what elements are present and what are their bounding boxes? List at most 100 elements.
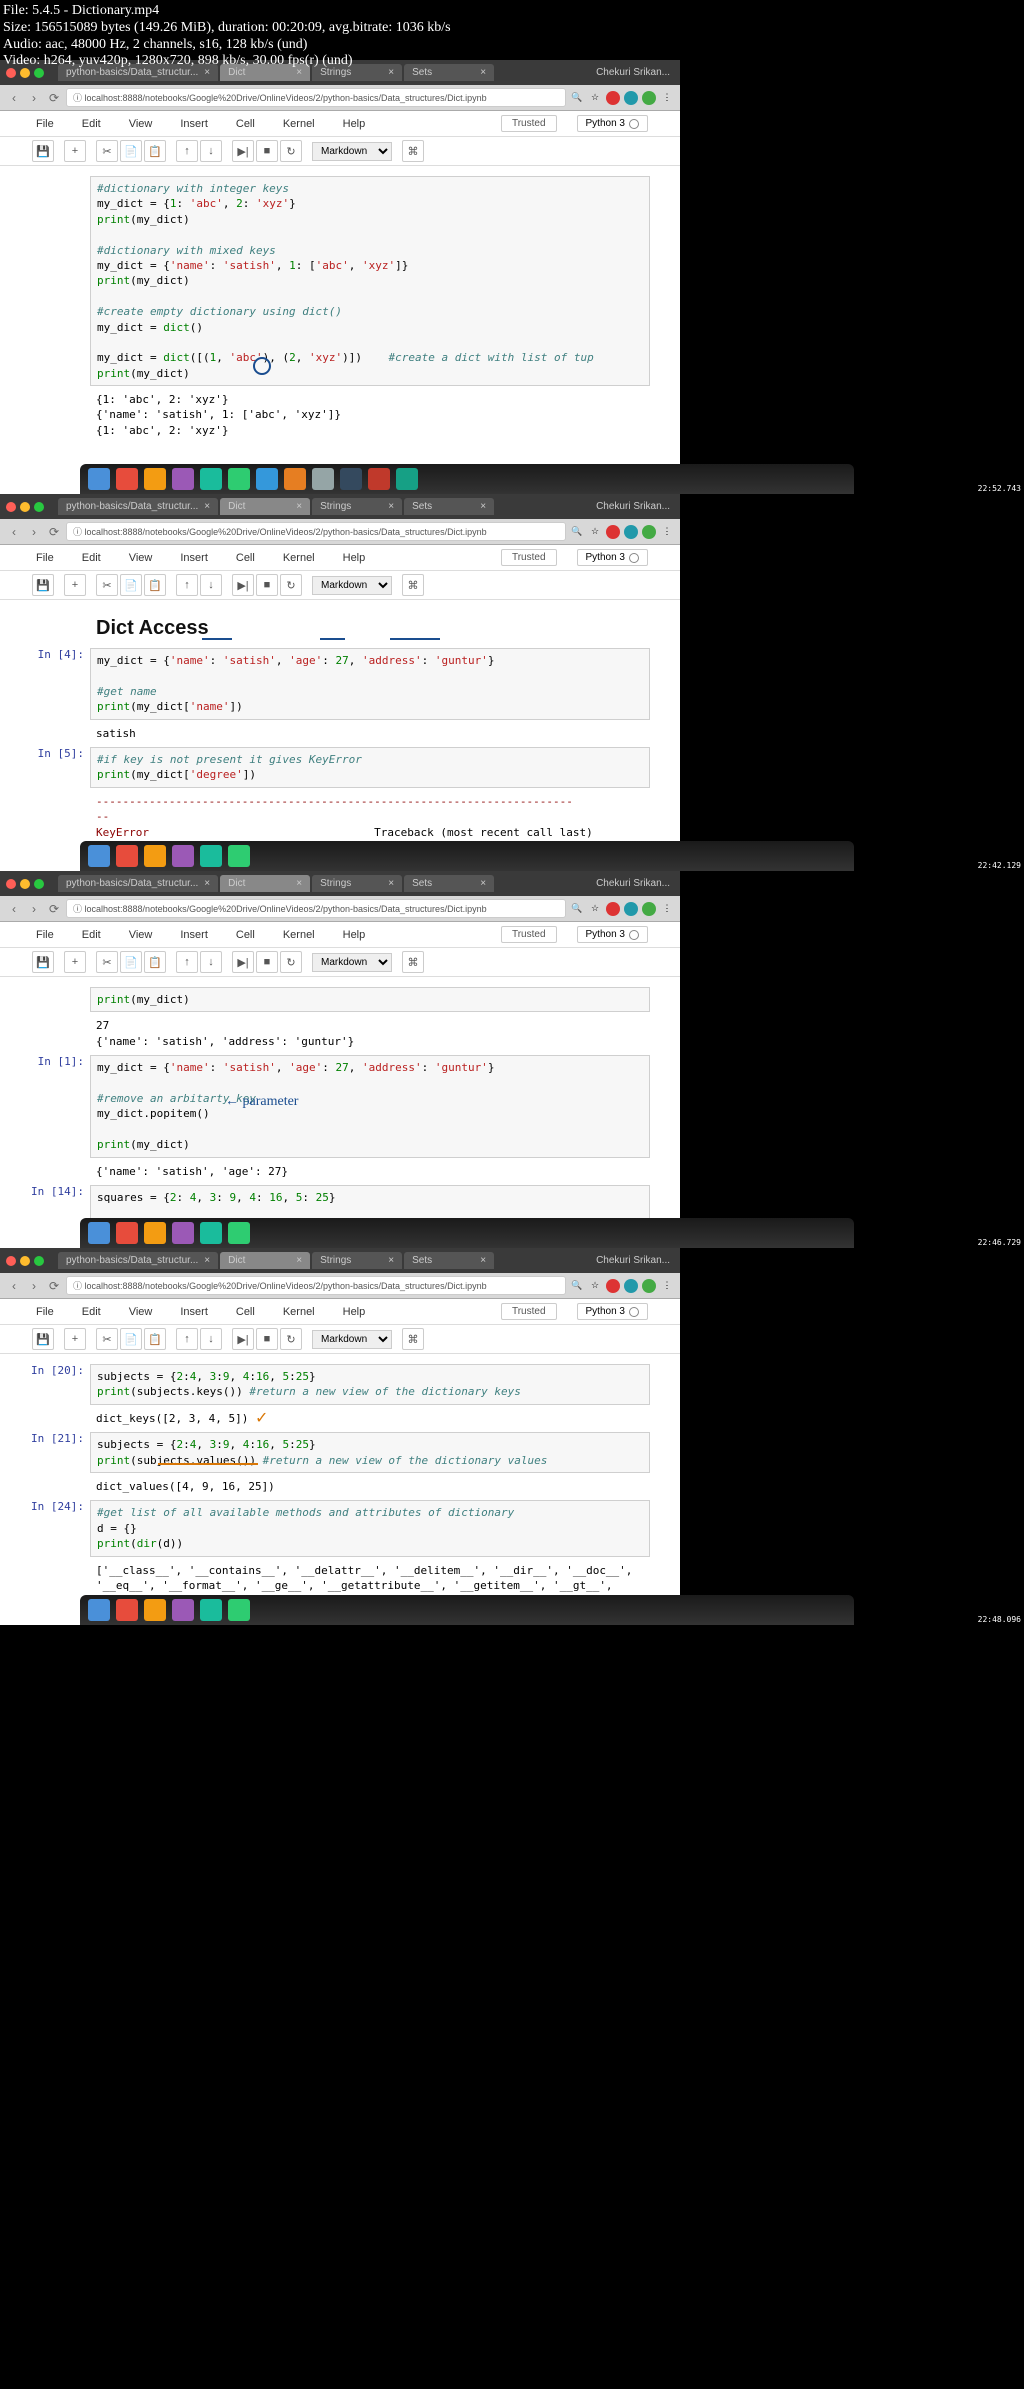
dock-app-icon[interactable]: [88, 845, 110, 867]
code-cell[interactable]: In [24]: #get list of all available meth…: [30, 1500, 650, 1556]
notebook-content[interactable]: print(my_dict) 27 {'name': 'satish', 'ad…: [0, 977, 680, 1248]
browser-tab[interactable]: Sets×: [404, 1252, 494, 1269]
menu-edit[interactable]: Edit: [78, 116, 105, 132]
trusted-button[interactable]: Trusted: [501, 549, 557, 566]
extension-icon[interactable]: [624, 91, 638, 105]
menu-insert[interactable]: Insert: [176, 116, 212, 132]
cut-button[interactable]: ✂: [96, 1328, 118, 1350]
forward-button[interactable]: ›: [26, 901, 42, 917]
extension-icon[interactable]: [642, 902, 656, 916]
back-button[interactable]: ‹: [6, 1278, 22, 1294]
cell-type-select[interactable]: Markdown: [312, 142, 392, 161]
menu-view[interactable]: View: [125, 927, 157, 943]
forward-button[interactable]: ›: [26, 524, 42, 540]
code-cell[interactable]: In [5]: #if key is not present it gives …: [30, 747, 650, 788]
kernel-indicator[interactable]: Python 3: [577, 115, 648, 132]
dock-app-icon[interactable]: [256, 468, 278, 490]
url-input[interactable]: ⓘ localhost:8888/notebooks/Google%20Driv…: [66, 522, 566, 541]
dock-app-icon[interactable]: [116, 468, 138, 490]
close-icon[interactable]: ×: [204, 878, 210, 889]
menu-file[interactable]: File: [32, 927, 58, 943]
dock-app-icon[interactable]: [200, 468, 222, 490]
dock-app-icon[interactable]: [172, 845, 194, 867]
dock-app-icon[interactable]: [144, 1599, 166, 1621]
dock-app-icon[interactable]: [368, 468, 390, 490]
extension-icon[interactable]: [606, 902, 620, 916]
back-button[interactable]: ‹: [6, 90, 22, 106]
menu-help[interactable]: Help: [339, 1304, 370, 1320]
menu-edit[interactable]: Edit: [78, 927, 105, 943]
trusted-button[interactable]: Trusted: [501, 926, 557, 943]
cell-type-select[interactable]: Markdown: [312, 576, 392, 595]
menu-help[interactable]: Help: [339, 927, 370, 943]
forward-button[interactable]: ›: [26, 90, 42, 106]
paste-button[interactable]: 📋: [144, 951, 166, 973]
back-button[interactable]: ‹: [6, 524, 22, 540]
move-up-button[interactable]: ↑: [176, 1328, 198, 1350]
extension-icon[interactable]: [624, 525, 638, 539]
save-button[interactable]: 💾: [32, 1328, 54, 1350]
menu-icon[interactable]: ⋮: [660, 91, 674, 105]
command-palette-button[interactable]: ⌘: [402, 140, 424, 162]
browser-tab[interactable]: python-basics/Data_structur...×: [58, 875, 218, 892]
extension-icon[interactable]: [606, 525, 620, 539]
trusted-button[interactable]: Trusted: [501, 1303, 557, 1320]
browser-tab[interactable]: python-basics/Data_structur...×: [58, 498, 218, 515]
cell-type-select[interactable]: Markdown: [312, 1330, 392, 1349]
restart-button[interactable]: ↻: [280, 574, 302, 596]
menu-icon[interactable]: ⋮: [660, 902, 674, 916]
dock-app-icon[interactable]: [116, 1599, 138, 1621]
dock-app-icon[interactable]: [200, 845, 222, 867]
add-cell-button[interactable]: +: [64, 140, 86, 162]
extension-icon[interactable]: [624, 902, 638, 916]
minimize-window-button[interactable]: [20, 1256, 30, 1266]
close-icon[interactable]: ×: [388, 501, 394, 512]
dock-app-icon[interactable]: [396, 468, 418, 490]
stop-button[interactable]: ■: [256, 951, 278, 973]
run-button[interactable]: ▶|: [232, 140, 254, 162]
close-icon[interactable]: ×: [204, 1255, 210, 1266]
paste-button[interactable]: 📋: [144, 1328, 166, 1350]
forward-button[interactable]: ›: [26, 1278, 42, 1294]
copy-button[interactable]: 📄: [120, 951, 142, 973]
close-window-button[interactable]: [6, 1256, 16, 1266]
star-icon[interactable]: ☆: [588, 902, 602, 916]
browser-tab[interactable]: Dict×: [220, 498, 310, 515]
menu-edit[interactable]: Edit: [78, 550, 105, 566]
paste-button[interactable]: 📋: [144, 140, 166, 162]
dock-app-icon[interactable]: [116, 845, 138, 867]
code-cell[interactable]: In [4]: my_dict = {'name': 'satish', 'ag…: [30, 648, 650, 720]
menu-help[interactable]: Help: [339, 116, 370, 132]
maximize-window-button[interactable]: [34, 1256, 44, 1266]
reload-button[interactable]: ⟳: [46, 1278, 62, 1294]
search-icon[interactable]: 🔍: [570, 91, 584, 105]
menu-file[interactable]: File: [32, 116, 58, 132]
back-button[interactable]: ‹: [6, 901, 22, 917]
menu-cell[interactable]: Cell: [232, 550, 259, 566]
cut-button[interactable]: ✂: [96, 574, 118, 596]
dock-app-icon[interactable]: [228, 1599, 250, 1621]
move-down-button[interactable]: ↓: [200, 140, 222, 162]
dock-app-icon[interactable]: [144, 1222, 166, 1244]
menu-kernel[interactable]: Kernel: [279, 1304, 319, 1320]
menu-cell[interactable]: Cell: [232, 927, 259, 943]
notebook-content[interactable]: #dictionary with integer keys my_dict = …: [0, 166, 680, 494]
add-cell-button[interactable]: +: [64, 1328, 86, 1350]
close-icon[interactable]: ×: [480, 1255, 486, 1266]
menu-kernel[interactable]: Kernel: [279, 116, 319, 132]
stop-button[interactable]: ■: [256, 574, 278, 596]
close-icon[interactable]: ×: [480, 878, 486, 889]
reload-button[interactable]: ⟳: [46, 901, 62, 917]
reload-button[interactable]: ⟳: [46, 524, 62, 540]
menu-edit[interactable]: Edit: [78, 1304, 105, 1320]
dock-app-icon[interactable]: [172, 1599, 194, 1621]
move-up-button[interactable]: ↑: [176, 140, 198, 162]
search-icon[interactable]: 🔍: [570, 525, 584, 539]
move-down-button[interactable]: ↓: [200, 1328, 222, 1350]
kernel-indicator[interactable]: Python 3: [577, 926, 648, 943]
close-icon[interactable]: ×: [296, 1255, 302, 1266]
save-button[interactable]: 💾: [32, 574, 54, 596]
menu-icon[interactable]: ⋮: [660, 525, 674, 539]
maximize-window-button[interactable]: [34, 879, 44, 889]
run-button[interactable]: ▶|: [232, 951, 254, 973]
